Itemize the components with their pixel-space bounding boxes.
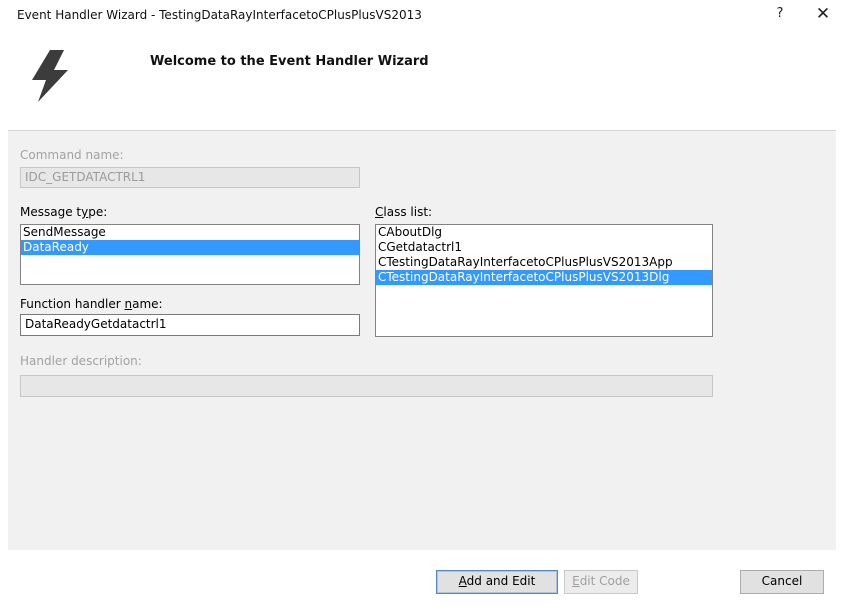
command-name-label: Command name: [20, 148, 124, 162]
cancel-button[interactable]: Cancel [740, 570, 824, 594]
list-item[interactable]: CGetdatactrl1 [376, 240, 712, 255]
handler-description-label: Handler description: [20, 354, 142, 368]
function-handler-label: Function handler name: [20, 297, 163, 311]
class-list[interactable]: CAboutDlg CGetdatactrl1 CTestingDataRayI… [375, 224, 713, 337]
list-item[interactable]: SendMessage [21, 225, 359, 240]
edit-code-button[interactable]: Edit Code [564, 570, 638, 594]
list-item[interactable]: CTestingDataRayInterfacetoCPlusPlusVS201… [376, 270, 712, 285]
command-name-field: IDC_GETDATACTRL1 [20, 167, 360, 188]
wizard-heading: Welcome to the Event Handler Wizard [150, 54, 429, 69]
add-and-edit-button[interactable]: Add and Edit [436, 570, 558, 594]
function-handler-name-input[interactable]: DataReadyGetdatactrl1 [20, 314, 360, 336]
message-type-label: Message type: [20, 205, 108, 219]
title-bar: Event Handler Wizard - TestingDataRayInt… [0, 0, 844, 32]
close-button[interactable]: ✕ [811, 4, 835, 26]
button-bar: Add and Edit Edit Code Cancel [0, 550, 844, 606]
list-item[interactable]: CAboutDlg [376, 225, 712, 240]
list-item[interactable]: CTestingDataRayInterfacetoCPlusPlusVS201… [376, 255, 712, 270]
list-item[interactable]: DataReady [21, 240, 359, 255]
handler-description-field [20, 375, 713, 397]
lightning-bolt-icon [28, 48, 72, 104]
wizard-body-panel [8, 130, 836, 551]
class-list-label: Class list: [375, 205, 433, 219]
message-type-list[interactable]: SendMessage DataReady [20, 224, 360, 285]
help-button[interactable]: ? [770, 6, 790, 26]
window-title: Event Handler Wizard - TestingDataRayInt… [17, 8, 422, 22]
